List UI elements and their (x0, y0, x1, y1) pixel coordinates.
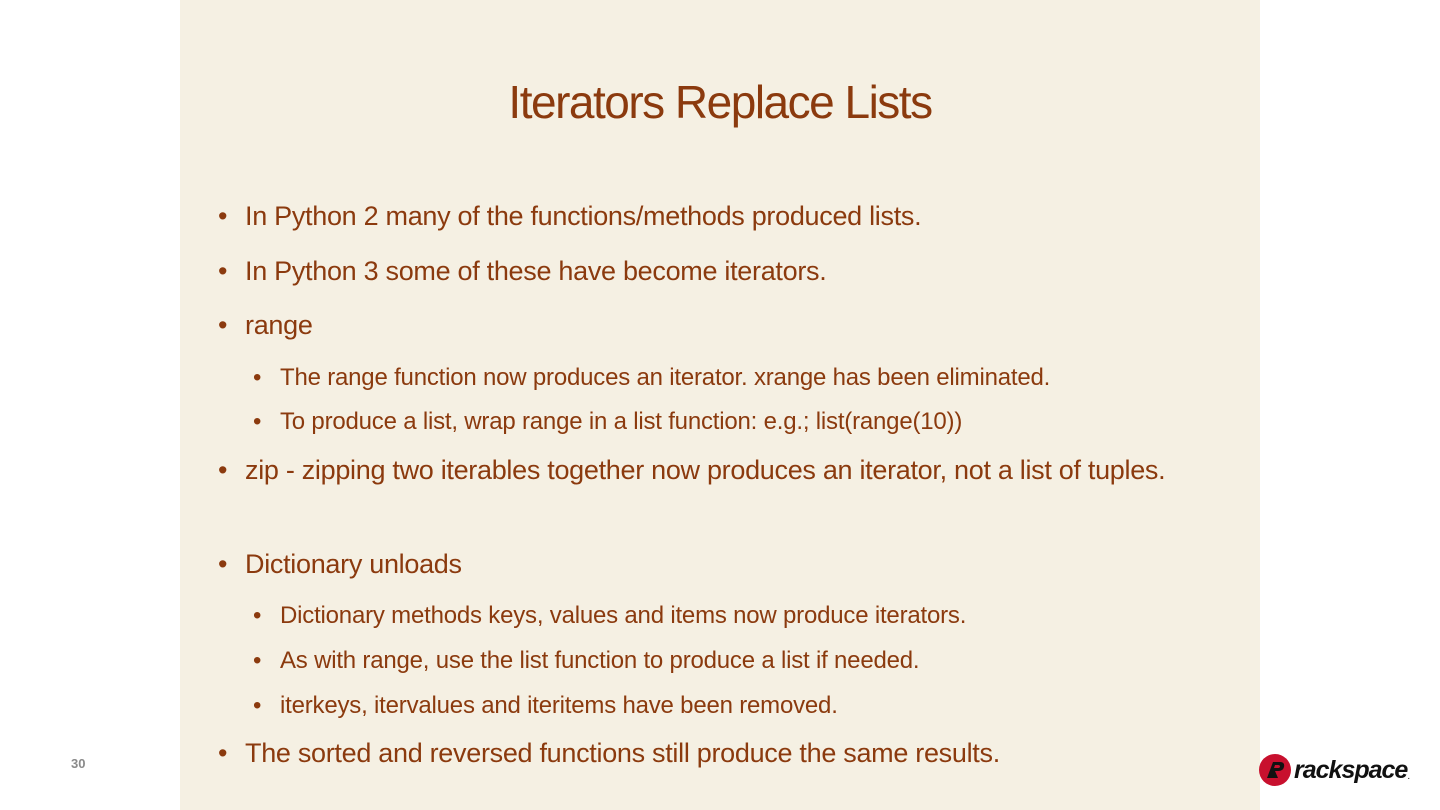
bullet-item: • The sorted and reversed functions still… (218, 734, 1235, 772)
sub-bullet-item: • iterkeys, itervalues and iteritems have… (253, 689, 1240, 723)
rackspace-logo-icon (1259, 754, 1291, 786)
bullet-dot-icon: • (218, 738, 228, 768)
bullet-text: Dictionary methods keys, values and item… (280, 602, 967, 629)
bullet-text: Dictionary unloads (245, 549, 462, 579)
sub-bullet-item: • The range function now produces an iter… (253, 361, 1240, 395)
sub-bullet-item: • To produce a list, wrap range in a list… (253, 405, 1240, 439)
sub-bullet-item: • Dictionary methods keys, values and ite… (253, 599, 1240, 633)
bullet-text: zip - zipping two iterables together now… (245, 455, 1166, 485)
bullet-item: • Dictionary unloads (218, 545, 1235, 583)
sub-bullet-item: • As with range, use the list function to… (253, 644, 1240, 678)
bullet-text: iterkeys, itervalues and iteritems have … (280, 692, 838, 719)
bullet-item: • In Python 3 some of these have become i… (218, 252, 1235, 290)
bullet-text: As with range, use the list function to … (280, 647, 920, 674)
bullet-item: • range (218, 306, 1235, 344)
bullet-dot-icon: • (218, 201, 228, 231)
bullet-text: The sorted and reversed functions still … (245, 738, 1000, 768)
logo-text: rackspace (1294, 755, 1408, 784)
bullet-dot-icon: • (253, 647, 262, 674)
bullet-dot-icon: • (253, 602, 262, 629)
bullet-item: • In Python 2 many of the functions/metho… (218, 197, 1235, 235)
bullet-dot-icon: • (253, 408, 262, 435)
bullet-text: To produce a list, wrap range in a list … (280, 408, 963, 435)
bullet-item: • zip - zipping two iterables together no… (218, 451, 1235, 489)
bullet-text: range (245, 310, 313, 340)
rackspace-logo: rackspace . (1258, 750, 1418, 790)
bullet-dot-icon: • (253, 692, 262, 719)
bullet-text: In Python 2 many of the functions/method… (245, 201, 922, 231)
bullet-dot-icon: • (218, 549, 228, 579)
bullet-text: In Python 3 some of these have become it… (245, 256, 827, 286)
bullet-dot-icon: • (253, 364, 262, 391)
bullet-list: • In Python 2 many of the functions/metho… (0, 0, 1440, 810)
bullet-text: The range function now produces an itera… (280, 364, 1051, 391)
bullet-dot-icon: • (218, 455, 228, 485)
logo-dot: . (1407, 771, 1411, 782)
page-number: 30 (71, 756, 86, 771)
bullet-dot-icon: • (218, 256, 228, 286)
bullet-dot-icon: • (218, 310, 228, 340)
